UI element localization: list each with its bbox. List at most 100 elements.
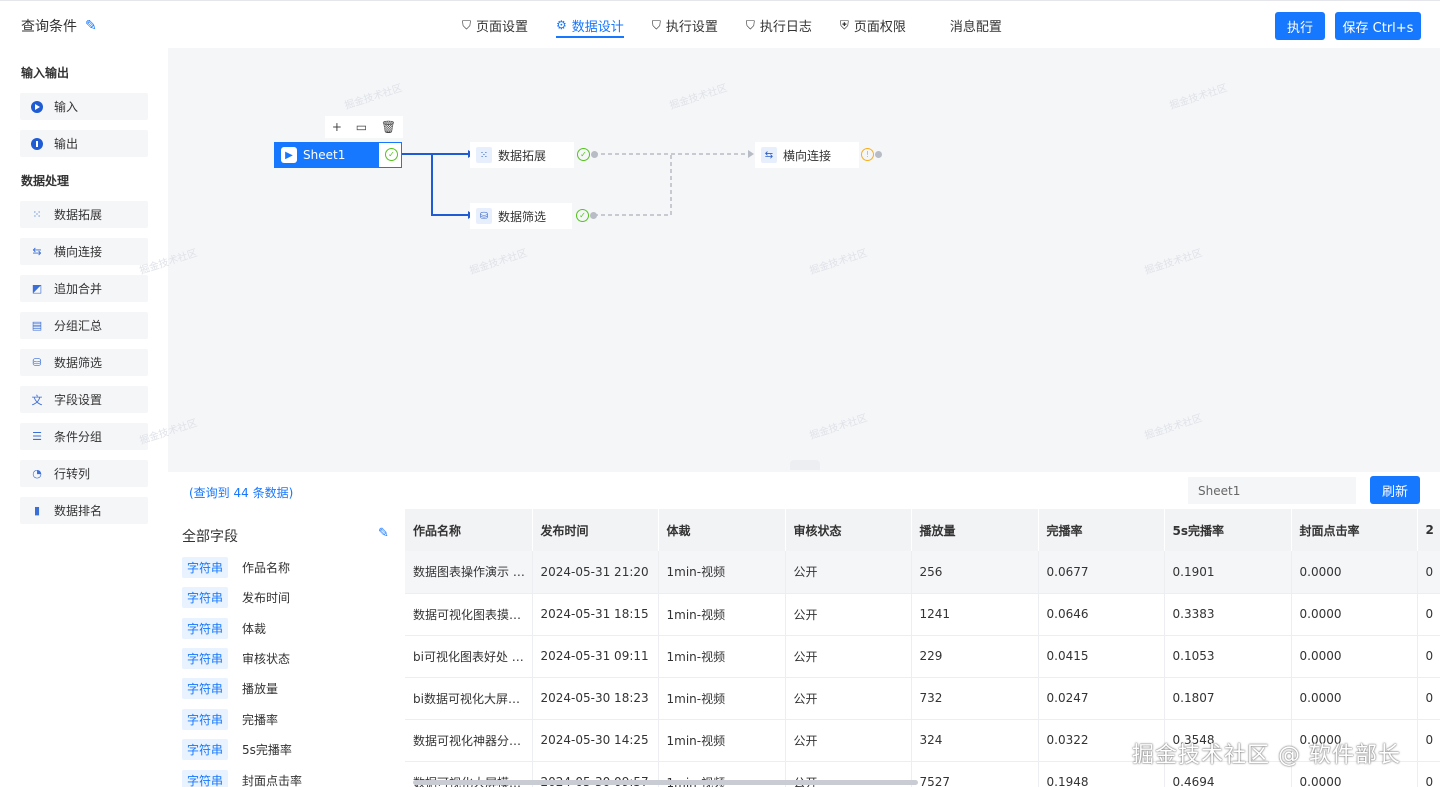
- field-name: 发布时间: [242, 590, 291, 605]
- table-cell: 数据图表操作演示 …: [405, 551, 533, 594]
- table-row[interactable]: bi可视化图表好处 … 2024-05-31 09:11 1min-视频 公开 229 0…: [405, 635, 1440, 678]
- field-item[interactable]: 字符串 5s完播率: [182, 738, 292, 760]
- resize-handle[interactable]: [790, 460, 820, 470]
- status-ok-icon: ✓: [577, 148, 590, 161]
- sheet-select[interactable]: [1188, 477, 1356, 504]
- field-item[interactable]: 字符串 完播率: [182, 708, 278, 730]
- save-button[interactable]: 保存 Ctrl+s: [1335, 12, 1421, 40]
- table-cell: 0.0000: [1291, 593, 1418, 636]
- run-button[interactable]: 执行: [1275, 12, 1325, 40]
- sidebar-item-horizontal-join[interactable]: ⇆ 横向连接: [20, 238, 148, 265]
- field-item[interactable]: 字符串 审核状态: [182, 647, 291, 669]
- field-type-tag: 字符串: [182, 586, 229, 608]
- comment-icon[interactable]: ▭: [356, 120, 367, 134]
- tab-label: 执行设置: [665, 19, 718, 35]
- sidebar-item-data-expand[interactable]: ⁙ 数据拓展: [20, 201, 148, 228]
- result-count: (查询到 44 条数据): [189, 486, 294, 500]
- node-source-sheet[interactable]: ▶ Sheet1: [274, 142, 402, 168]
- tab-message-config[interactable]: 消息配置: [950, 1, 1002, 49]
- design-icon: ⚙: [556, 18, 567, 32]
- output-port[interactable]: [875, 151, 882, 158]
- status-ok-icon: ✓: [385, 148, 398, 161]
- edit-title-icon[interactable]: ✎: [85, 18, 97, 34]
- filter-icon: ⛁: [32, 356, 42, 369]
- tab-data-design[interactable]: ⚙ 数据设计: [556, 1, 624, 49]
- trash-icon[interactable]: 🗑: [381, 120, 396, 134]
- field-type-tag: 字符串: [182, 769, 229, 787]
- horizontal-scrollbar[interactable]: [413, 780, 918, 785]
- table-cell: bi数据可视化大屏…: [405, 677, 533, 720]
- field-item[interactable]: 字符串 发布时间: [182, 586, 291, 608]
- field-list: 全部字段 ✎ 字符串 作品名称 字符串 发布时间 字符串 体裁 字符串 审核状态 字符串…: [168, 509, 405, 787]
- condition-icon: ☰: [32, 430, 42, 443]
- sidebar-item-field-settings[interactable]: 文 字段设置: [20, 386, 148, 413]
- tab-run-log[interactable]: ⛉ 执行日志: [746, 1, 812, 49]
- field-item[interactable]: 字符串 播放量: [182, 677, 278, 699]
- flow-canvas[interactable]: 掘金技术社区 掘金技术社区 掘金技术社区 掘金技术社区 掘金技术社区 掘金技术社…: [138, 48, 1440, 472]
- table-row[interactable]: bi数据可视化大屏… 2024-05-30 18:23 1min-视频 公开 732 0.…: [405, 677, 1440, 720]
- sidebar-item-data-ranking[interactable]: ▮ 数据排名: [20, 497, 148, 524]
- column-header[interactable]: 审核状态: [785, 509, 912, 551]
- sidebar-item-row-to-column[interactable]: ◔ 行转列: [20, 460, 148, 487]
- sidebar-item-label: 输入: [54, 100, 79, 114]
- column-header[interactable]: 发布时间: [532, 509, 659, 551]
- table-cell: 0: [1417, 677, 1440, 720]
- tab-run-settings[interactable]: ⛉ 执行设置: [652, 1, 718, 49]
- table-cell: 0.0415: [1038, 635, 1165, 678]
- table-cell: 公开: [785, 551, 912, 594]
- tab-label: 执行日志: [759, 19, 812, 35]
- node-horizontal-join[interactable]: ⇆ 横向连接: [755, 142, 859, 168]
- bookmark-icon: ⛉: [462, 17, 472, 32]
- edit-fields-icon[interactable]: ✎: [378, 526, 389, 541]
- add-node-icon[interactable]: +: [332, 120, 342, 134]
- table-cell: 0.1053: [1164, 635, 1292, 678]
- column-header[interactable]: 作品名称: [405, 509, 533, 551]
- grid-icon: ⁙: [32, 208, 42, 221]
- sidebar-item-group-summary[interactable]: ▤ 分组汇总: [20, 312, 148, 339]
- table-row[interactable]: 数据图表操作演示 … 2024-05-31 21:20 1min-视频 公开 256 0.…: [405, 551, 1440, 594]
- column-header[interactable]: 2: [1417, 509, 1440, 551]
- output-port[interactable]: [591, 151, 598, 158]
- table-cell: 1min-视频: [658, 593, 786, 636]
- sidebar-item-input[interactable]: 输入: [20, 93, 148, 120]
- sidebar-item-append-merge[interactable]: ◩ 追加合并: [20, 275, 148, 302]
- column-header[interactable]: 完播率: [1038, 509, 1165, 551]
- column-header[interactable]: 播放量: [911, 509, 1039, 551]
- sidebar-item-output[interactable]: 输出: [20, 130, 148, 157]
- table-cell: 7527: [911, 761, 1039, 787]
- node-data-filter[interactable]: ⛁ 数据筛选: [470, 203, 572, 229]
- field-name: 审核状态: [242, 651, 291, 666]
- sidebar-item-label: 追加合并: [54, 282, 103, 296]
- output-port[interactable]: [590, 212, 597, 219]
- tab-page-settings[interactable]: ⛉ 页面设置: [462, 1, 528, 49]
- field-item[interactable]: 字符串 封面点击率: [182, 769, 303, 787]
- column-header[interactable]: 5s完播率: [1164, 509, 1292, 551]
- rank-icon: ▮: [33, 504, 41, 517]
- refresh-button[interactable]: 刷新: [1370, 476, 1420, 504]
- sidebar-item-condition-group[interactable]: ☰ 条件分组: [20, 423, 148, 450]
- table-cell: 0.0247: [1038, 677, 1165, 720]
- node-data-expand[interactable]: ⁙ 数据拓展: [470, 142, 574, 168]
- sidebar-item-data-filter[interactable]: ⛁ 数据筛选: [20, 349, 148, 376]
- column-header[interactable]: 体裁: [658, 509, 786, 551]
- table-cell: 0: [1417, 761, 1440, 787]
- table-cell: 0: [1417, 593, 1440, 636]
- field-type-tag: 字符串: [182, 677, 229, 699]
- table-cell: 0.0000: [1291, 635, 1418, 678]
- table-row[interactable]: 数据可视化图表摸… 2024-05-31 18:15 1min-视频 公开 1241 0.…: [405, 593, 1440, 636]
- top-bar: 查询条件 ✎ ⛉ 页面设置 ⚙ 数据设计 ⛉ 执行设置 ⛉ 执行日志 ⛨ 页面权限 消息配…: [0, 0, 1440, 48]
- bookmark-icon: ⛉: [745, 17, 755, 32]
- field-item[interactable]: 字符串 体裁: [182, 617, 266, 639]
- tab-page-permission[interactable]: ⛨ 页面权限: [840, 1, 906, 49]
- table-cell: 2024-05-30 18:23: [532, 677, 659, 720]
- table-cell: 2024-05-31 18:15: [532, 593, 659, 636]
- warning-icon: !: [861, 148, 874, 161]
- footer-watermark: 掘金技术社区 @ 软件部长: [1132, 743, 1401, 768]
- column-header[interactable]: 封面点击率: [1291, 509, 1418, 551]
- field-item[interactable]: 字符串 作品名称: [182, 556, 290, 578]
- field-name: 封面点击率: [242, 773, 303, 787]
- table-cell: 数据可视化图表摸…: [405, 593, 533, 636]
- main-tabs: ⛉ 页面设置 ⚙ 数据设计 ⛉ 执行设置 ⛉ 执行日志 ⛨ 页面权限 消息配置: [462, 1, 1030, 49]
- node-toolbar: + ▭ 🗑: [325, 116, 403, 138]
- sidebar-item-label: 横向连接: [54, 245, 103, 259]
